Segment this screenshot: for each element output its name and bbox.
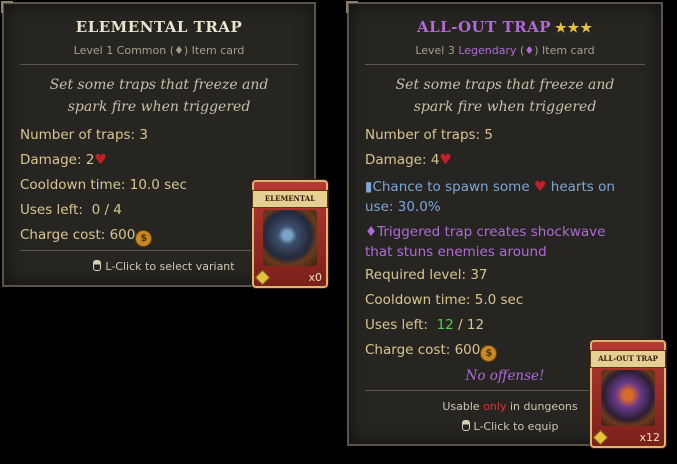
description: Set some traps that freeze and spark fir… (49, 77, 269, 115)
mouse-left-click-icon (461, 420, 470, 431)
description: Set some traps that freeze and spark fir… (395, 77, 615, 115)
stat-uses: Uses left: 0 / 4 (20, 202, 122, 218)
tooltip-subtitle: Level 1 Common (♦) Item card (73, 44, 245, 57)
gem-icon: ♦ (365, 224, 378, 240)
all-out-trap-card[interactable]: ALL-OUT TRAP x12 (590, 340, 666, 448)
divider (365, 64, 645, 65)
heart-icon: ♥ (533, 179, 547, 195)
stat-traps: Number of traps: 3 (20, 127, 148, 143)
stat-cooldown: Cooldown time: 5.0 sec (365, 292, 524, 308)
coin-icon: $ (135, 230, 153, 247)
stat-damage: Damage: 4♥ (365, 152, 452, 168)
card-gem-icon (254, 269, 271, 286)
diamond-icon: ♦ (174, 44, 184, 57)
stat-shockwave: ♦Triggered trap creates shockwave that st… (365, 224, 606, 260)
coin-icon: $ (480, 345, 498, 362)
stat-traps: Number of traps: 5 (365, 127, 493, 143)
tooltip-subtitle: Level 3 Legendary (♦) Item card (415, 44, 595, 57)
tooltip-title: ALL-OUT TRAP ★★★ (416, 18, 593, 36)
rarity-label: Legendary (458, 44, 517, 57)
heart-icon: ♥ (439, 152, 452, 168)
stat-heart-chance: ▮Chance to spawn some ♥ hearts on use: 30… (365, 179, 615, 215)
divider (20, 64, 298, 65)
stat-charge: Charge cost: 600 $ (365, 342, 498, 362)
diamond-icon: ♦ (524, 44, 535, 57)
stat-required-level: Required level: 37 (365, 267, 488, 283)
elemental-trap-card[interactable]: ELEMENTAL TRAP x0 (252, 180, 328, 288)
card-art (601, 370, 655, 426)
card-count: x0 (308, 271, 322, 284)
mouse-left-click-icon (93, 260, 102, 271)
tooltip-title: ELEMENTAL TRAP (75, 18, 243, 36)
heart-icon: ♥ (94, 152, 107, 168)
stat-uses: Uses left: 12 / 12 (365, 317, 485, 333)
card-banner: ELEMENTAL TRAP (252, 190, 328, 219)
card-gem-icon (592, 429, 609, 446)
rating-stars: ★★★ (555, 21, 593, 36)
card-banner: ALL-OUT TRAP (590, 350, 666, 368)
card-count: x12 (639, 431, 660, 444)
stat-charge: Charge cost: 600 $ (20, 227, 153, 247)
stat-cooldown: Cooldown time: 10.0 sec (20, 177, 187, 193)
card-art (263, 210, 317, 266)
stat-damage: Damage: 2♥ (20, 152, 107, 168)
